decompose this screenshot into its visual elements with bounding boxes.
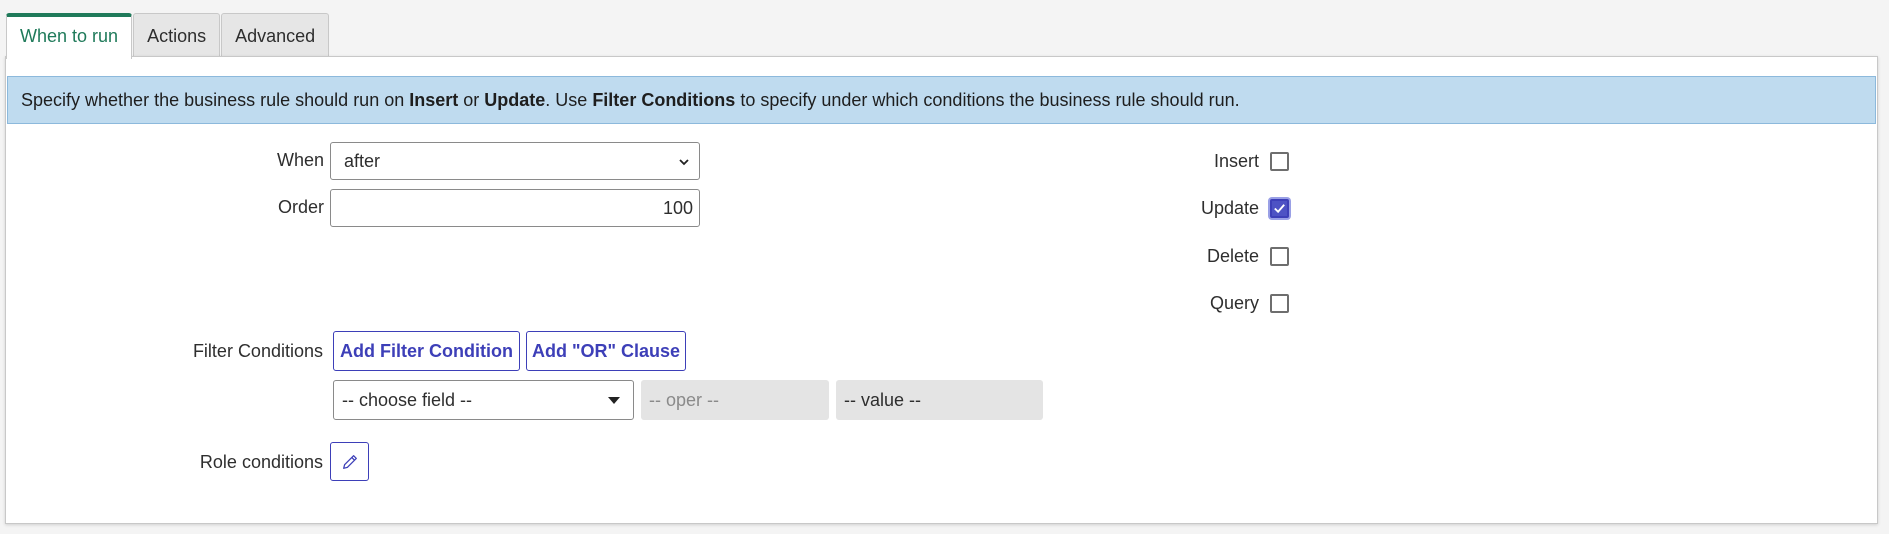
update-label: Update <box>1200 198 1259 218</box>
choose-field-placeholder: -- choose field -- <box>342 390 473 410</box>
order-value: 100 <box>662 198 693 218</box>
pencil-icon <box>343 455 357 469</box>
info-update: Update <box>484 90 546 110</box>
info-insert: Insert <box>409 90 459 110</box>
when-label: When <box>276 150 324 170</box>
info-text-1: Specify whether the business rule should… <box>21 90 410 110</box>
tab-actions[interactable]: Actions <box>133 13 221 57</box>
tab-advanced[interactable]: Advanced <box>221 13 330 57</box>
value-field: -- value -- <box>836 380 1043 420</box>
update-checkbox[interactable] <box>1270 199 1289 218</box>
add-or-clause-button[interactable]: Add "OR" Clause <box>526 331 686 371</box>
oper-placeholder: -- oper -- <box>649 390 720 410</box>
chevron-down-icon <box>679 159 689 166</box>
choose-field-select[interactable]: -- choose field -- <box>333 380 634 420</box>
add-filter-condition-button[interactable]: Add Filter Condition <box>333 331 520 371</box>
checkmark-icon <box>1274 204 1285 214</box>
when-to-run-panel: Specify whether the business rule should… <box>5 56 1878 524</box>
order-label: Order <box>277 197 324 217</box>
role-conditions-label: Role conditions <box>199 452 323 472</box>
query-checkbox[interactable] <box>1270 294 1289 313</box>
caret-down-icon <box>608 397 620 404</box>
query-label: Query <box>1209 293 1259 313</box>
edit-role-conditions-button[interactable] <box>330 442 369 481</box>
info-text-2: or <box>458 90 485 110</box>
value-placeholder: -- value -- <box>844 390 922 410</box>
when-select[interactable]: after <box>330 142 700 180</box>
operator-field: -- oper -- <box>641 380 829 420</box>
delete-checkbox[interactable] <box>1270 247 1289 266</box>
filter-conditions-label: Filter Conditions <box>192 341 323 361</box>
info-message: Specify whether the business rule should… <box>7 76 1876 124</box>
when-value: after <box>344 151 381 171</box>
order-input[interactable]: 100 <box>330 189 700 227</box>
delete-label: Delete <box>1206 246 1259 266</box>
insert-checkbox[interactable] <box>1270 152 1289 171</box>
info-filter-conditions: Filter Conditions <box>592 90 736 110</box>
tab-when-to-run[interactable]: When to run <box>6 13 133 59</box>
insert-label: Insert <box>1213 151 1259 171</box>
info-text-4: to specify under which conditions the bu… <box>735 90 1240 110</box>
info-text-3: . Use <box>545 90 593 110</box>
tab-bar: When to run Actions Advanced <box>6 13 330 59</box>
